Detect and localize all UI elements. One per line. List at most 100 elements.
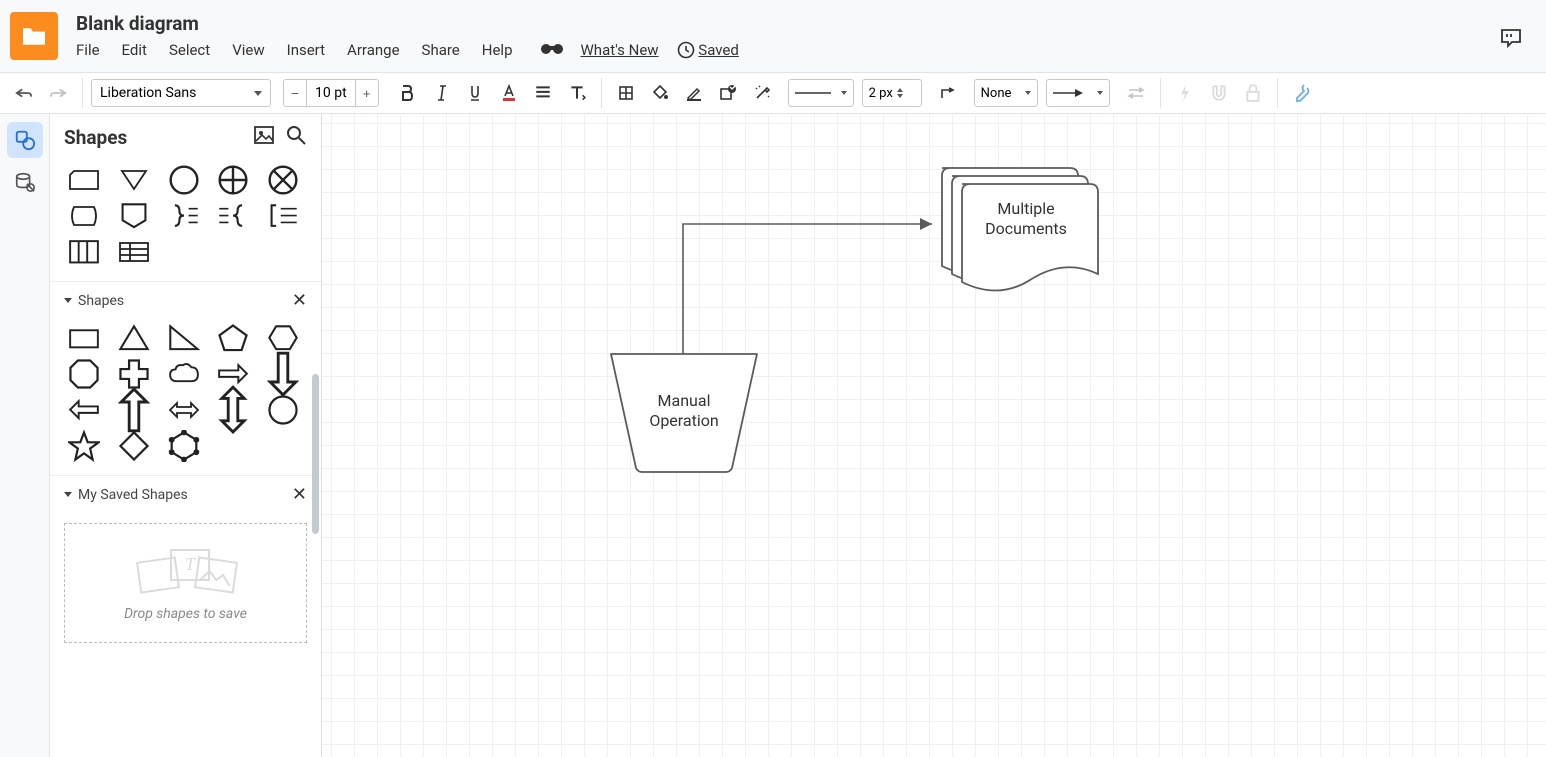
- close-icon[interactable]: ✕: [292, 484, 307, 505]
- node-multiple-documents[interactable]: Multiple Documents: [942, 168, 1098, 291]
- shape-pentagon[interactable]: [217, 325, 249, 351]
- fill-bucket-button[interactable]: [610, 77, 642, 109]
- menu-help[interactable]: Help: [482, 41, 513, 59]
- toolbar: Liberation Sans − 10 pt + 2 px None: [0, 72, 1546, 114]
- section-shapes-header[interactable]: Shapes ✕: [50, 281, 321, 319]
- app-logo[interactable]: [10, 12, 58, 60]
- undo-button[interactable]: [8, 77, 40, 109]
- shape-arrow-up[interactable]: [118, 397, 150, 423]
- basic-shape-grid: [50, 319, 321, 475]
- shape-octagon[interactable]: [68, 361, 100, 387]
- close-icon[interactable]: ✕: [292, 290, 307, 311]
- shape-card[interactable]: [68, 167, 100, 193]
- canvas[interactable]: Manual Operation Multiple Documents: [322, 114, 1546, 757]
- bolt-icon[interactable]: [1169, 77, 1201, 109]
- align-button[interactable]: [527, 77, 559, 109]
- saved-label: Saved: [698, 41, 739, 59]
- arrow-start-value: None: [981, 86, 1012, 101]
- svg-text:T: T: [184, 554, 196, 574]
- shape-arrow-left[interactable]: [68, 397, 100, 423]
- line-width-stepper[interactable]: 2 px: [862, 79, 922, 107]
- panel-scrollbar[interactable]: [312, 374, 319, 534]
- shape-arrow-updown[interactable]: [217, 397, 249, 423]
- dropzone-label: Drop shapes to save: [124, 606, 247, 622]
- font-size-value: 10 pt: [306, 80, 356, 106]
- menu-arrange[interactable]: Arrange: [347, 41, 399, 59]
- shape-polygon[interactable]: [168, 433, 200, 459]
- line-routing-button[interactable]: [932, 77, 964, 109]
- bold-button[interactable]: [391, 77, 423, 109]
- data-tab[interactable]: [7, 164, 43, 200]
- border-color-button[interactable]: [678, 77, 710, 109]
- shape-brace-left[interactable]: [217, 203, 249, 229]
- menu-file[interactable]: File: [76, 41, 100, 59]
- feedback-icon[interactable]: [1500, 28, 1522, 48]
- node1-label2: Operation: [649, 411, 718, 430]
- shape-merge[interactable]: [118, 167, 150, 193]
- magic-button[interactable]: [746, 77, 778, 109]
- shape-display[interactable]: [68, 203, 100, 229]
- wrench-icon[interactable]: [1286, 77, 1318, 109]
- text-options-button[interactable]: [561, 77, 593, 109]
- shape-arrow-right[interactable]: [217, 361, 249, 387]
- shape-star[interactable]: [68, 433, 100, 459]
- shape-summing[interactable]: [267, 167, 299, 193]
- shape-circle[interactable]: [267, 397, 299, 423]
- document-title[interactable]: Blank diagram: [76, 12, 1546, 35]
- shape-junction[interactable]: [217, 167, 249, 193]
- lock-icon[interactable]: [1237, 77, 1269, 109]
- arrow-end-select[interactable]: [1046, 79, 1110, 107]
- connector-arrow[interactable]: [683, 218, 932, 354]
- shape-options-button[interactable]: [712, 77, 744, 109]
- redo-button[interactable]: [42, 77, 74, 109]
- menu-insert[interactable]: Insert: [287, 41, 325, 59]
- shape-right-triangle[interactable]: [168, 325, 200, 351]
- shape-arrow-down[interactable]: [267, 361, 299, 387]
- flowchart-shape-grid: [50, 161, 321, 281]
- app-header: Blank diagram File Edit Select View Inse…: [0, 0, 1546, 72]
- menu-share[interactable]: Share: [422, 41, 460, 59]
- shape-table[interactable]: [118, 239, 150, 265]
- italic-button[interactable]: [425, 77, 457, 109]
- node-manual-operation[interactable]: Manual Operation: [611, 354, 757, 472]
- text-color-button[interactable]: [493, 77, 525, 109]
- shape-triangle[interactable]: [118, 325, 150, 351]
- magnet-icon[interactable]: [1203, 77, 1235, 109]
- menu-edit[interactable]: Edit: [122, 41, 147, 59]
- font-family-select[interactable]: Liberation Sans: [91, 79, 271, 107]
- shape-arrow-leftright[interactable]: [168, 397, 200, 423]
- section-saved-header[interactable]: My Saved Shapes ✕: [50, 475, 321, 513]
- shape-rectangle[interactable]: [68, 325, 100, 351]
- shape-or[interactable]: [168, 167, 200, 193]
- shapes-tab[interactable]: [7, 122, 43, 158]
- arrow-start-select[interactable]: None: [974, 79, 1038, 107]
- shape-offpage[interactable]: [118, 203, 150, 229]
- font-size-increase[interactable]: +: [356, 80, 378, 106]
- image-icon[interactable]: [243, 124, 275, 151]
- shape-cross[interactable]: [118, 361, 150, 387]
- fill-color-button[interactable]: [644, 77, 676, 109]
- shapes-panel-title: Shapes: [64, 126, 127, 149]
- node2-label2: Documents: [985, 219, 1067, 238]
- line-width-value: 2 px: [869, 86, 893, 101]
- section-shapes-label: Shapes: [78, 293, 124, 309]
- shape-internal-storage[interactable]: [68, 239, 100, 265]
- font-size-stepper[interactable]: − 10 pt +: [283, 79, 379, 107]
- underline-button[interactable]: [459, 77, 491, 109]
- binoculars-icon[interactable]: [541, 39, 563, 60]
- swap-direction-button[interactable]: [1120, 77, 1152, 109]
- font-size-decrease[interactable]: −: [284, 80, 306, 106]
- shape-cloud[interactable]: [168, 361, 200, 387]
- whats-new-link[interactable]: What's New: [581, 41, 659, 59]
- search-icon[interactable]: [275, 124, 307, 151]
- shape-brace-right[interactable]: [168, 203, 200, 229]
- shape-note[interactable]: [267, 203, 299, 229]
- shape-hexagon[interactable]: [267, 325, 299, 351]
- node1-label1: Manual: [658, 391, 711, 410]
- line-style-select[interactable]: [788, 79, 854, 107]
- menu-view[interactable]: View: [232, 41, 264, 59]
- saved-status[interactable]: Saved: [677, 41, 739, 59]
- menu-select[interactable]: Select: [169, 41, 210, 59]
- shape-diamond[interactable]: [118, 433, 150, 459]
- saved-shapes-dropzone[interactable]: T Drop shapes to save: [64, 523, 307, 643]
